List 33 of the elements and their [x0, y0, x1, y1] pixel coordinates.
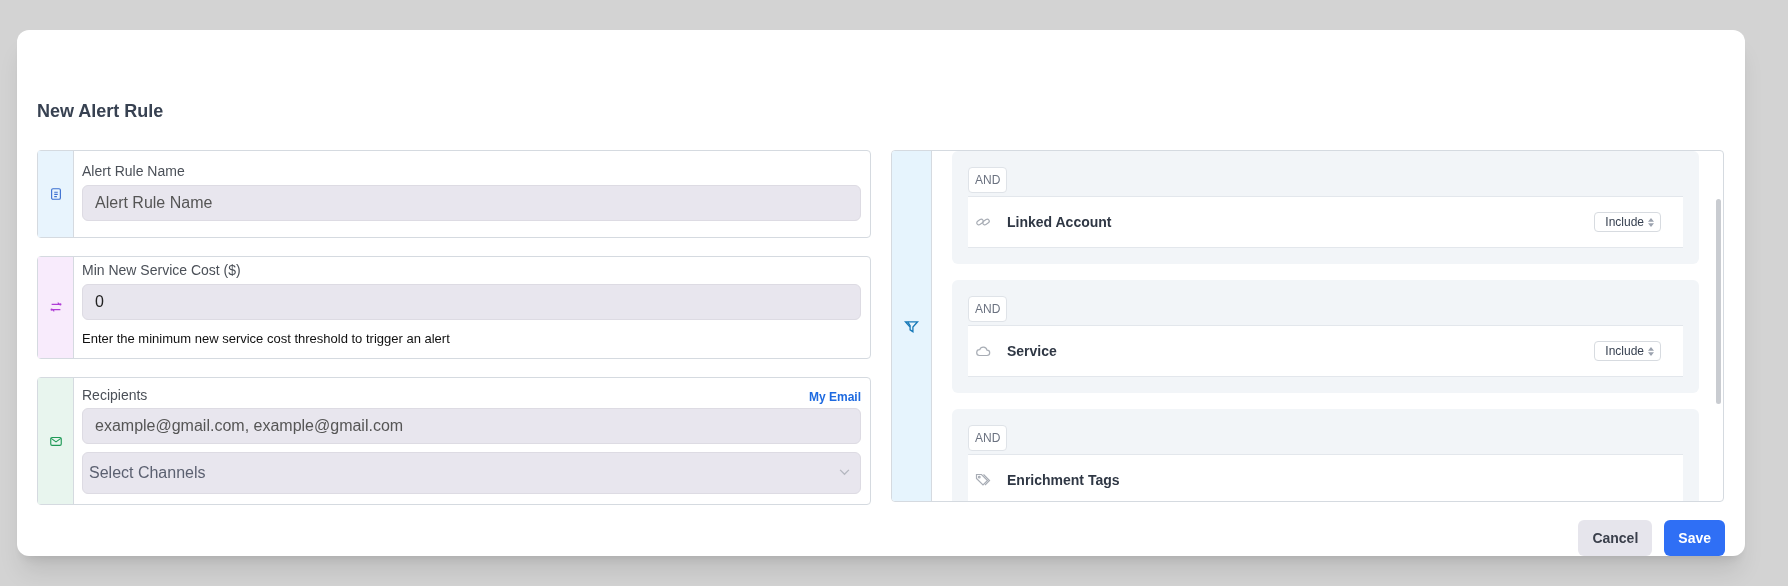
cloud-icon — [975, 343, 991, 359]
document-icon — [48, 187, 63, 201]
filter-label: Linked Account — [1007, 212, 1113, 232]
chevron-down-icon — [839, 469, 850, 476]
my-email-link[interactable]: My Email — [808, 387, 861, 406]
email-field[interactable]: example@gmail.com, example@gmail.com — [82, 407, 861, 444]
operator-badge: AND — [968, 296, 1008, 322]
include-select[interactable]: Include — [1594, 212, 1661, 232]
channel-select[interactable]: Select Channels — [82, 451, 861, 494]
filter-icon — [904, 318, 919, 334]
cancel-button[interactable]: Cancel — [1578, 520, 1653, 556]
operator-badge: AND — [968, 425, 1008, 451]
filter-row[interactable]: Enrichment Tags — [968, 454, 1683, 501]
field-label: Alert Rule Name — [82, 162, 186, 181]
tags-icon — [975, 472, 991, 488]
scrollbar[interactable] — [1716, 199, 1721, 404]
operator-badge: AND — [968, 167, 1008, 193]
text-field[interactable]: Alert Rule Name — [82, 185, 861, 221]
select-placeholder: Select Channels — [89, 462, 206, 483]
filter-label: Service — [1007, 341, 1058, 361]
field-label: Min New Service Cost ($) — [82, 261, 242, 280]
help-text: Enter the minimum new service cost threshold to trigger an alert — [82, 330, 451, 348]
sort-icon — [1648, 346, 1654, 356]
sort-icon — [1648, 217, 1654, 227]
field-label: Recipients — [82, 385, 148, 405]
save-button[interactable]: Save — [1664, 520, 1725, 556]
filter-label: Enrichment Tags — [1007, 470, 1121, 490]
filter-row[interactable]: Linked Account Include — [968, 196, 1683, 248]
arrows-icon — [48, 300, 63, 315]
include-select[interactable]: Include — [1594, 341, 1661, 361]
filter-row[interactable]: Service Include — [968, 325, 1683, 377]
dialog-title: New Alert Rule — [37, 100, 165, 123]
number-field[interactable]: 0 — [82, 284, 861, 320]
